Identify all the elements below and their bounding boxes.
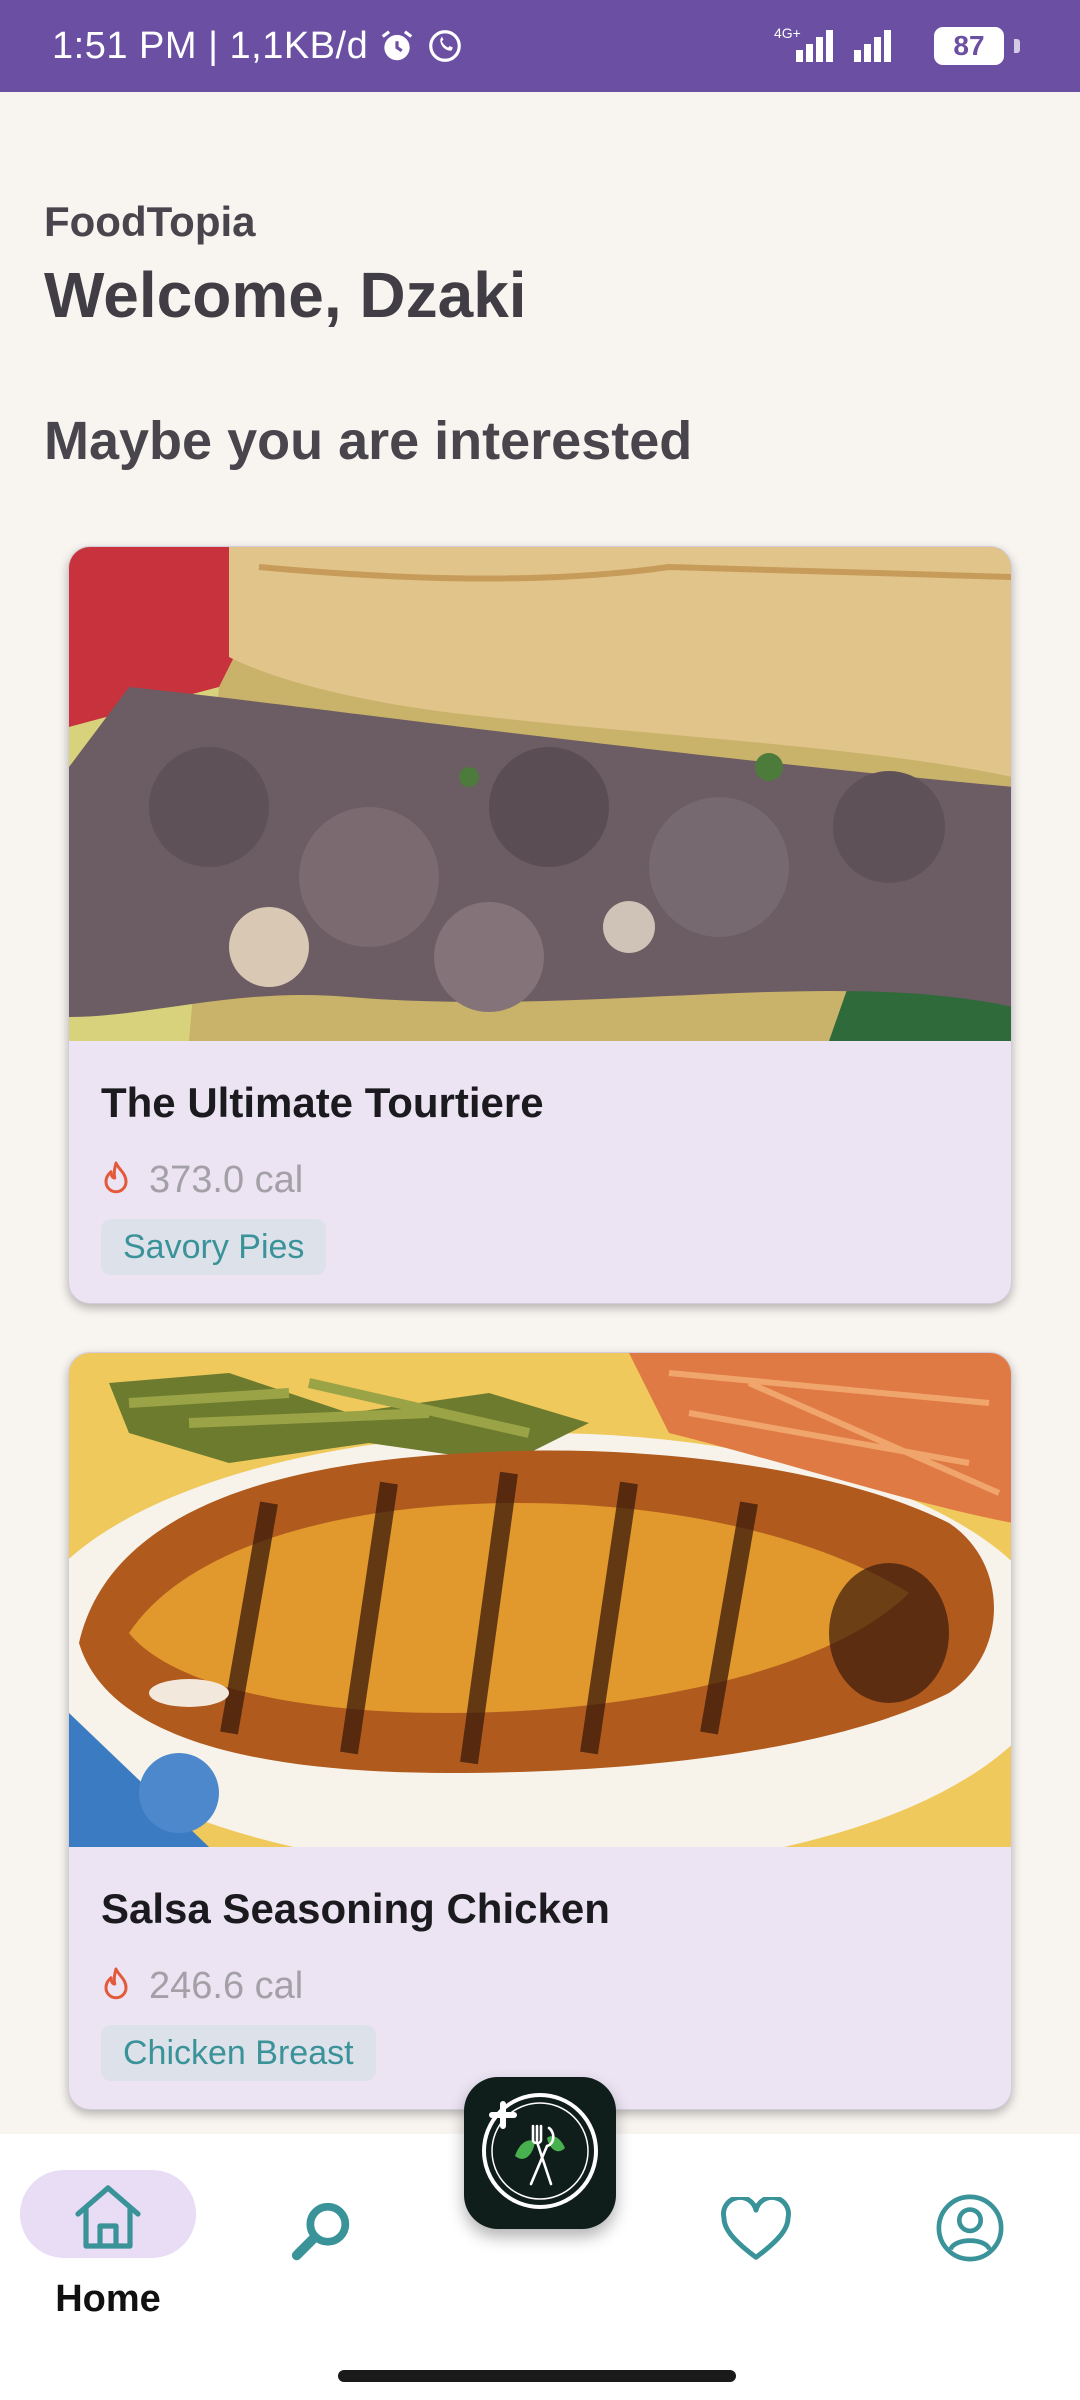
nav-profile[interactable] [930,2190,1010,2270]
recipe-card[interactable]: The Ultimate Tourtiere 373.0 cal Savory … [68,546,1012,1304]
battery-icon: 87 [934,27,1004,65]
network-label: 4G+ [774,25,801,41]
calories-row: 373.0 cal [101,1159,303,1202]
nav-search[interactable] [282,2194,362,2274]
recipe-title: Salsa Seasoning Chicken [101,1885,610,1932]
flame-icon [101,1160,131,1201]
status-left: 1:51 PM | 1,1KB/d [52,25,464,68]
whatsapp-icon [426,27,464,65]
battery-tip [1014,39,1020,53]
profile-icon [935,2193,1005,2268]
meat-pie-photo [69,547,1011,1041]
alarm-icon [378,27,416,65]
status-right: 4G+ 87 [774,24,1020,69]
calories-text: 373.0 cal [149,1159,304,1201]
signal-icon: 4G+ [774,24,924,69]
nav-home[interactable]: Home [0,2134,216,2334]
nav-favorites[interactable] [716,2192,796,2272]
home-icon [68,2178,148,2259]
flame-icon [101,1966,131,2007]
home-screen: 1:51 PM | 1,1KB/d 4G+ 87 FoodTopia Welco… [0,0,1080,2400]
section-title: Maybe you are interested [44,411,693,471]
welcome-title: Welcome, Dzaki [44,259,527,331]
add-recipe-icon [475,2086,605,2221]
recipe-title: The Ultimate Tourtiere [101,1079,544,1126]
grilled-chicken-photo [69,1353,1011,1847]
nav-home-label: Home [55,2278,161,2320]
category-tag[interactable]: Chicken Breast [101,2025,376,2081]
calories-row: 246.6 cal [101,1965,303,2008]
recipe-card[interactable]: Salsa Seasoning Chicken 246.6 cal Chicke… [68,1352,1012,2110]
search-icon [287,2197,357,2272]
add-recipe-button[interactable] [464,2077,616,2229]
status-time: 1:51 PM | 1,1KB/d [52,24,369,67]
app-name: FoodTopia [44,198,256,245]
calories-text: 246.6 cal [149,1965,304,2007]
gesture-bar[interactable] [338,2370,736,2382]
category-tag[interactable]: Savory Pies [101,1219,327,1275]
heart-icon [718,2194,794,2268]
status-bar: 1:51 PM | 1,1KB/d 4G+ 87 [0,0,1080,92]
